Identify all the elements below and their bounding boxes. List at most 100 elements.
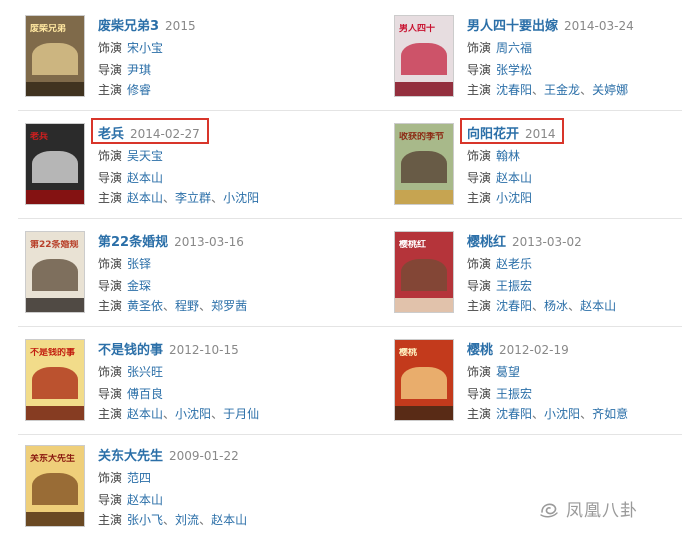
role-name: 范四 — [127, 471, 152, 485]
cast-member-link[interactable]: 李立群 — [175, 191, 211, 205]
role-name: 张兴旺 — [127, 365, 164, 379]
cast-member-link[interactable]: 赵本山 — [211, 513, 247, 527]
poster-title-art: 不是钱的事 — [30, 348, 76, 358]
director-row: 导演 赵本山 — [98, 493, 164, 507]
cast-member-link[interactable]: 齐如意 — [592, 407, 628, 421]
cast-member-link[interactable]: 于月仙 — [223, 407, 259, 421]
movie-poster[interactable]: 收获的季节 — [395, 124, 453, 204]
role-name: 周六福 — [496, 41, 533, 55]
role-row: 饰演 张兴旺 — [98, 365, 164, 379]
poster-figure — [31, 43, 79, 76]
cast-member-link[interactable]: 赵本山 — [580, 299, 616, 313]
poster-title-art: 男人四十 — [399, 24, 436, 34]
director-row: 导演 赵本山 — [467, 171, 533, 185]
cast-member-link[interactable]: 张小飞 — [127, 513, 163, 527]
director-row: 导演 赵本山 — [98, 171, 164, 185]
cast-member-link[interactable]: 赵本山 — [127, 407, 163, 421]
director-row: 导演 尹琪 — [98, 63, 152, 77]
cast-separator: 、 — [532, 299, 545, 313]
cast-separator: 、 — [580, 407, 593, 421]
movie-date: 2013-03-16 — [174, 235, 244, 249]
director-row: 导演 王振宏 — [467, 279, 533, 293]
director-row: 导演 傅百良 — [98, 387, 164, 401]
poster-figure — [31, 259, 79, 292]
movie-title-link[interactable]: 关东大先生 — [98, 449, 163, 464]
movie-title-link[interactable]: 第22条婚规 — [98, 235, 168, 250]
director-link[interactable]: 张学松 — [496, 63, 532, 77]
movie-title-link[interactable]: 男人四十要出嫁 — [467, 19, 558, 34]
cast-member-link[interactable]: 小沈阳 — [496, 191, 532, 205]
director-link[interactable]: 赵本山 — [127, 493, 163, 507]
movie-title-link[interactable]: 废柴兄弟3 — [98, 19, 159, 34]
poster-figure — [31, 151, 79, 184]
director-link[interactable]: 赵本山 — [127, 171, 163, 185]
role-row: 饰演 范四 — [98, 471, 152, 485]
poster-figure — [400, 367, 448, 400]
movie-poster[interactable]: 老兵 — [26, 124, 84, 204]
poster-title-art: 废柴兄弟 — [30, 24, 67, 34]
poster-band — [26, 405, 84, 420]
poster-figure — [400, 43, 448, 76]
poster-figure — [31, 367, 79, 400]
director-link[interactable]: 尹琪 — [127, 63, 151, 77]
cast-separator: 、 — [532, 407, 545, 421]
swirl-logo-icon — [540, 502, 558, 517]
movie-poster[interactable]: 不是钱的事 — [26, 340, 84, 420]
row-divider — [18, 434, 682, 435]
cast-member-link[interactable]: 沈春阳 — [496, 299, 532, 313]
poster-title-art: 关东大先生 — [30, 454, 76, 464]
role-name: 葛望 — [496, 365, 521, 379]
cast-row: 主演 赵本山、小沈阳、于月仙 — [98, 407, 260, 421]
cast-member-link[interactable]: 王金龙 — [544, 83, 580, 97]
role-row: 饰演 吴天宝 — [98, 149, 164, 163]
movie-poster[interactable]: 关东大先生 — [26, 446, 84, 526]
cast-member-link[interactable]: 刘流 — [175, 513, 199, 527]
movie-poster[interactable]: 废柴兄弟 — [26, 16, 84, 96]
cast-member-link[interactable]: 黄圣依 — [127, 299, 163, 313]
cast-row: 主演 沈春阳、杨冰、赵本山 — [467, 299, 617, 313]
cast-row: 主演 沈春阳、王金龙、关婷娜 — [467, 83, 629, 97]
director-link[interactable]: 金琛 — [127, 279, 151, 293]
movie-title-link[interactable]: 不是钱的事 — [98, 343, 163, 358]
cast-member-link[interactable]: 小沈阳 — [223, 191, 259, 205]
cast-separator: 、 — [199, 513, 212, 527]
row-divider — [18, 110, 682, 111]
movie-poster[interactable]: 樱桃 — [395, 340, 453, 420]
watermark-text: 凤凰八卦 — [566, 501, 638, 521]
movie-poster[interactable]: 樱桃红 — [395, 232, 453, 312]
director-link[interactable]: 傅百良 — [127, 387, 163, 401]
movie-date: 2015 — [165, 19, 196, 33]
poster-title-art: 收获的季节 — [399, 132, 445, 142]
poster-title-art: 老兵 — [30, 132, 49, 142]
cast-member-link[interactable]: 郑罗茜 — [211, 299, 247, 313]
cast-member-link[interactable]: 小沈阳 — [175, 407, 211, 421]
movie-title-link[interactable]: 樱桃红 — [467, 235, 506, 250]
cast-member-link[interactable]: 沈春阳 — [496, 407, 532, 421]
poster-band — [26, 297, 84, 312]
movie-title-link[interactable]: 樱桃 — [467, 343, 493, 358]
poster-band — [395, 297, 453, 312]
cast-member-link[interactable]: 小沈阳 — [544, 407, 580, 421]
cast-member-link[interactable]: 赵本山 — [127, 191, 163, 205]
cast-member-link[interactable]: 关婷娜 — [592, 83, 628, 97]
director-row: 导演 金琛 — [98, 279, 152, 293]
poster-band — [395, 405, 453, 420]
poster-band — [26, 81, 84, 96]
poster-band — [26, 511, 84, 526]
cast-separator: 、 — [211, 191, 224, 205]
movie-poster[interactable]: 男人四十 — [395, 16, 453, 96]
director-link[interactable]: 王振宏 — [496, 279, 532, 293]
cast-member-link[interactable]: 程野 — [175, 299, 199, 313]
cast-member-link[interactable]: 沈春阳 — [496, 83, 532, 97]
director-row: 导演 张学松 — [467, 63, 533, 77]
cast-separator: 、 — [199, 299, 212, 313]
cast-member-link[interactable]: 修睿 — [127, 83, 151, 97]
movie-poster[interactable]: 第22条婚规 — [26, 232, 84, 312]
role-name: 张铎 — [127, 257, 152, 271]
watermark: 凤凰八卦 — [538, 496, 638, 521]
poster-figure — [400, 151, 448, 184]
director-link[interactable]: 王振宏 — [496, 387, 532, 401]
director-link[interactable]: 赵本山 — [496, 171, 532, 185]
cast-member-link[interactable]: 杨冰 — [544, 299, 568, 313]
role-row: 饰演 翰林 — [467, 149, 521, 163]
